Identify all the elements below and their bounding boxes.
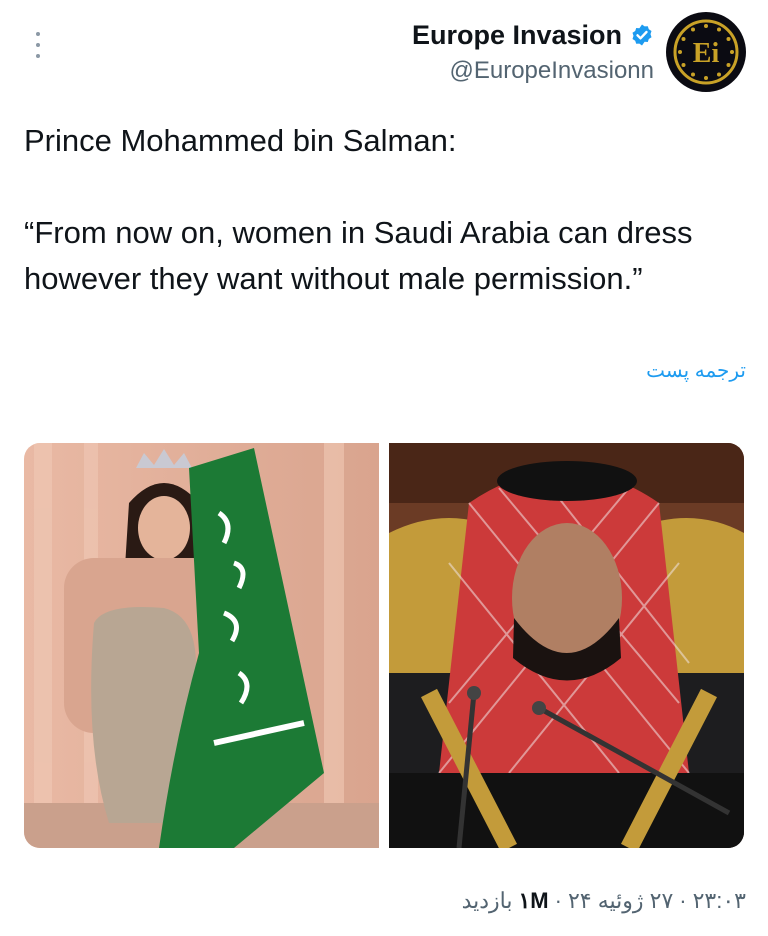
translate-post-link[interactable]: ترجمه پست <box>646 358 746 383</box>
author-names: Europe Invasion @EuropeInvasionn <box>412 20 654 85</box>
views-count: ۱M <box>518 888 549 913</box>
tweet-time[interactable]: ۲۳:۰۳ <box>693 888 746 914</box>
avatar-logo-icon: Ei <box>667 13 745 91</box>
tweet-text: Prince Mohammed bin Salman: “From now on… <box>24 123 693 296</box>
woman-with-flag-image <box>24 443 379 848</box>
verified-badge-icon <box>632 24 652 46</box>
media-photo-left[interactable] <box>24 443 379 848</box>
name-row: Europe Invasion <box>412 20 654 51</box>
tweet-meta: ۲۳:۰۳ · ۲۷ ژوئیه ۲۴ · ۱M بازدید <box>462 888 746 914</box>
dot <box>36 43 40 47</box>
media-grid <box>24 443 744 848</box>
separator: · <box>554 888 562 913</box>
views-label: بازدید <box>461 888 513 913</box>
avatar-text: Ei <box>693 38 720 69</box>
tweet-date[interactable]: ۲۷ ژوئیه ۲۴ <box>568 888 673 914</box>
media-photo-right[interactable] <box>389 443 744 848</box>
more-options-icon[interactable] <box>30 32 46 58</box>
dot <box>36 32 40 36</box>
avatar[interactable]: Ei <box>666 12 746 92</box>
author-handle[interactable]: @EuropeInvasionn <box>412 57 655 85</box>
man-at-microphone-image <box>389 443 744 848</box>
tweet-header: Europe Invasion @EuropeInvasionn Ei <box>412 12 746 92</box>
dot <box>36 54 40 58</box>
separator: · <box>679 888 687 913</box>
author-display-name[interactable]: Europe Invasion <box>412 20 622 51</box>
